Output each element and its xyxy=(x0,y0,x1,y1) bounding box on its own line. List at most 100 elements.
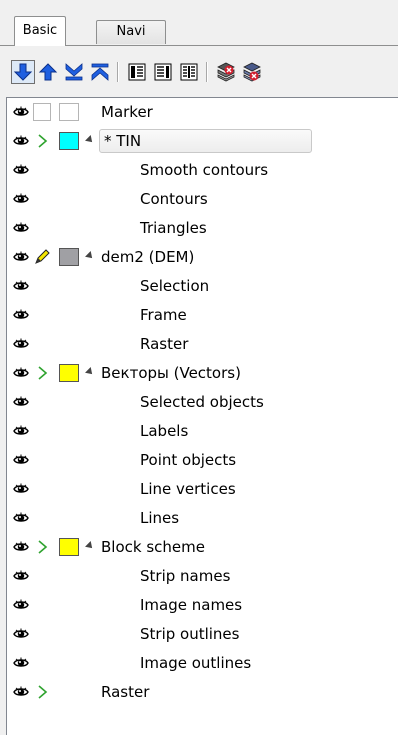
layer-row[interactable]: * TIN xyxy=(7,127,398,156)
active-arrow-icon[interactable] xyxy=(33,132,51,150)
detail-view-button[interactable] xyxy=(151,60,175,84)
empty-state-box[interactable] xyxy=(33,103,51,121)
layer-label: Selection xyxy=(140,277,210,295)
visibility-eye-icon[interactable] xyxy=(13,191,29,207)
delete-layer-button[interactable] xyxy=(240,60,264,84)
layer-toolbar xyxy=(6,50,398,86)
remove-layer-button[interactable] xyxy=(214,60,238,84)
collapse-triangle-icon[interactable] xyxy=(85,367,95,377)
visibility-eye-icon[interactable] xyxy=(13,510,29,526)
visibility-eye-icon[interactable] xyxy=(13,336,29,352)
sublayer-row[interactable]: Line vertices xyxy=(7,475,398,504)
move-up-button[interactable] xyxy=(36,60,60,84)
sublayer-row[interactable]: Smooth contours xyxy=(7,156,398,185)
layer-label: Lines xyxy=(140,509,180,527)
layer-color-swatch[interactable] xyxy=(59,248,79,266)
visibility-eye-icon[interactable] xyxy=(13,423,29,439)
visibility-eye-icon[interactable] xyxy=(13,162,29,178)
sublayer-row[interactable]: Strip outlines xyxy=(7,620,398,649)
columns-view-button[interactable] xyxy=(177,60,201,84)
sublayer-row[interactable]: Selected objects xyxy=(7,388,398,417)
detail-view-icon xyxy=(154,63,172,81)
layer-color-swatch[interactable] xyxy=(59,538,79,556)
layer-label: dem2 (DEM) xyxy=(101,248,195,266)
layer-label: Labels xyxy=(140,422,189,440)
layer-row[interactable]: Block scheme xyxy=(7,533,398,562)
layer-row[interactable]: Marker xyxy=(7,98,398,127)
layer-label: Raster xyxy=(101,683,150,701)
visibility-eye-icon[interactable] xyxy=(13,133,29,149)
sublayer-row[interactable]: Triangles xyxy=(7,214,398,243)
remove-layer-icon xyxy=(217,62,235,82)
sublayer-row[interactable]: Raster xyxy=(7,330,398,359)
active-arrow-icon[interactable] xyxy=(33,683,51,701)
visibility-eye-icon[interactable] xyxy=(13,626,29,642)
layer-color-swatch[interactable] xyxy=(59,103,79,121)
sublayer-row[interactable]: Image outlines xyxy=(7,649,398,678)
layer-color-swatch[interactable] xyxy=(59,132,79,150)
list-view-button[interactable] xyxy=(125,60,149,84)
layer-row[interactable]: dem2 (DEM) xyxy=(7,243,398,272)
active-arrow-icon[interactable] xyxy=(33,364,51,382)
visibility-eye-icon[interactable] xyxy=(13,307,29,323)
tab-basic[interactable]: Basic xyxy=(14,16,66,46)
tab-strip: Basic Navi xyxy=(0,0,398,46)
layer-row[interactable]: Raster xyxy=(7,678,398,707)
layer-label: Векторы (Vectors) xyxy=(101,364,241,382)
toolbar-separator xyxy=(206,62,208,82)
layer-label: Raster xyxy=(140,335,189,353)
layer-label: Image outlines xyxy=(140,654,252,672)
layer-color-swatch[interactable] xyxy=(59,364,79,382)
visibility-eye-icon[interactable] xyxy=(13,220,29,236)
layer-label: Marker xyxy=(101,103,153,121)
sublayer-row[interactable]: Contours xyxy=(7,185,398,214)
layer-label: Selected objects xyxy=(140,393,264,411)
move-down-icon xyxy=(13,63,33,81)
layer-label: Contours xyxy=(140,190,208,208)
move-down-button[interactable] xyxy=(11,60,35,84)
sublayer-row[interactable]: Point objects xyxy=(7,446,398,475)
layer-label: Image names xyxy=(140,596,243,614)
layer-label: Line vertices xyxy=(140,480,236,498)
layer-tree: Marker * TIN Smooth contours Contours Triang… xyxy=(6,97,398,735)
layer-label: Strip names xyxy=(140,567,231,585)
collapse-triangle-icon[interactable] xyxy=(85,251,95,261)
active-arrow-icon[interactable] xyxy=(33,538,51,556)
visibility-eye-icon[interactable] xyxy=(13,365,29,381)
tab-navi[interactable]: Navi xyxy=(96,20,166,44)
visibility-eye-icon[interactable] xyxy=(13,104,29,120)
layer-label: Strip outlines xyxy=(140,625,240,643)
visibility-eye-icon[interactable] xyxy=(13,452,29,468)
layer-label: Smooth contours xyxy=(140,161,269,179)
sublayer-row[interactable]: Lines xyxy=(7,504,398,533)
visibility-eye-icon[interactable] xyxy=(13,539,29,555)
visibility-eye-icon[interactable] xyxy=(13,278,29,294)
sublayer-row[interactable]: Selection xyxy=(7,272,398,301)
move-to-top-button[interactable] xyxy=(88,60,112,84)
visibility-eye-icon[interactable] xyxy=(13,597,29,613)
sublayer-row[interactable]: Strip names xyxy=(7,562,398,591)
toolbar-separator xyxy=(117,62,119,82)
move-to-bottom-button[interactable] xyxy=(62,60,86,84)
visibility-eye-icon[interactable] xyxy=(13,655,29,671)
columns-view-icon xyxy=(180,63,198,81)
sublayer-row[interactable]: Labels xyxy=(7,417,398,446)
collapse-triangle-icon[interactable] xyxy=(85,541,95,551)
layer-row[interactable]: Векторы (Vectors) xyxy=(7,359,398,388)
edit-pencil-icon[interactable] xyxy=(33,248,51,266)
move-up-icon xyxy=(38,63,58,81)
list-view-icon xyxy=(128,63,146,81)
layer-label: Point objects xyxy=(140,451,237,469)
visibility-eye-icon[interactable] xyxy=(13,394,29,410)
sublayer-row[interactable]: Frame xyxy=(7,301,398,330)
visibility-eye-icon[interactable] xyxy=(13,249,29,265)
visibility-eye-icon[interactable] xyxy=(13,568,29,584)
visibility-eye-icon[interactable] xyxy=(13,684,29,700)
sublayer-row[interactable]: Image names xyxy=(7,591,398,620)
visibility-eye-icon[interactable] xyxy=(13,481,29,497)
layer-label: Block scheme xyxy=(101,538,205,556)
layer-label: Triangles xyxy=(140,219,207,237)
move-to-bottom-icon xyxy=(65,63,83,81)
layer-label: * TIN xyxy=(104,132,142,150)
collapse-triangle-icon[interactable] xyxy=(85,135,95,145)
